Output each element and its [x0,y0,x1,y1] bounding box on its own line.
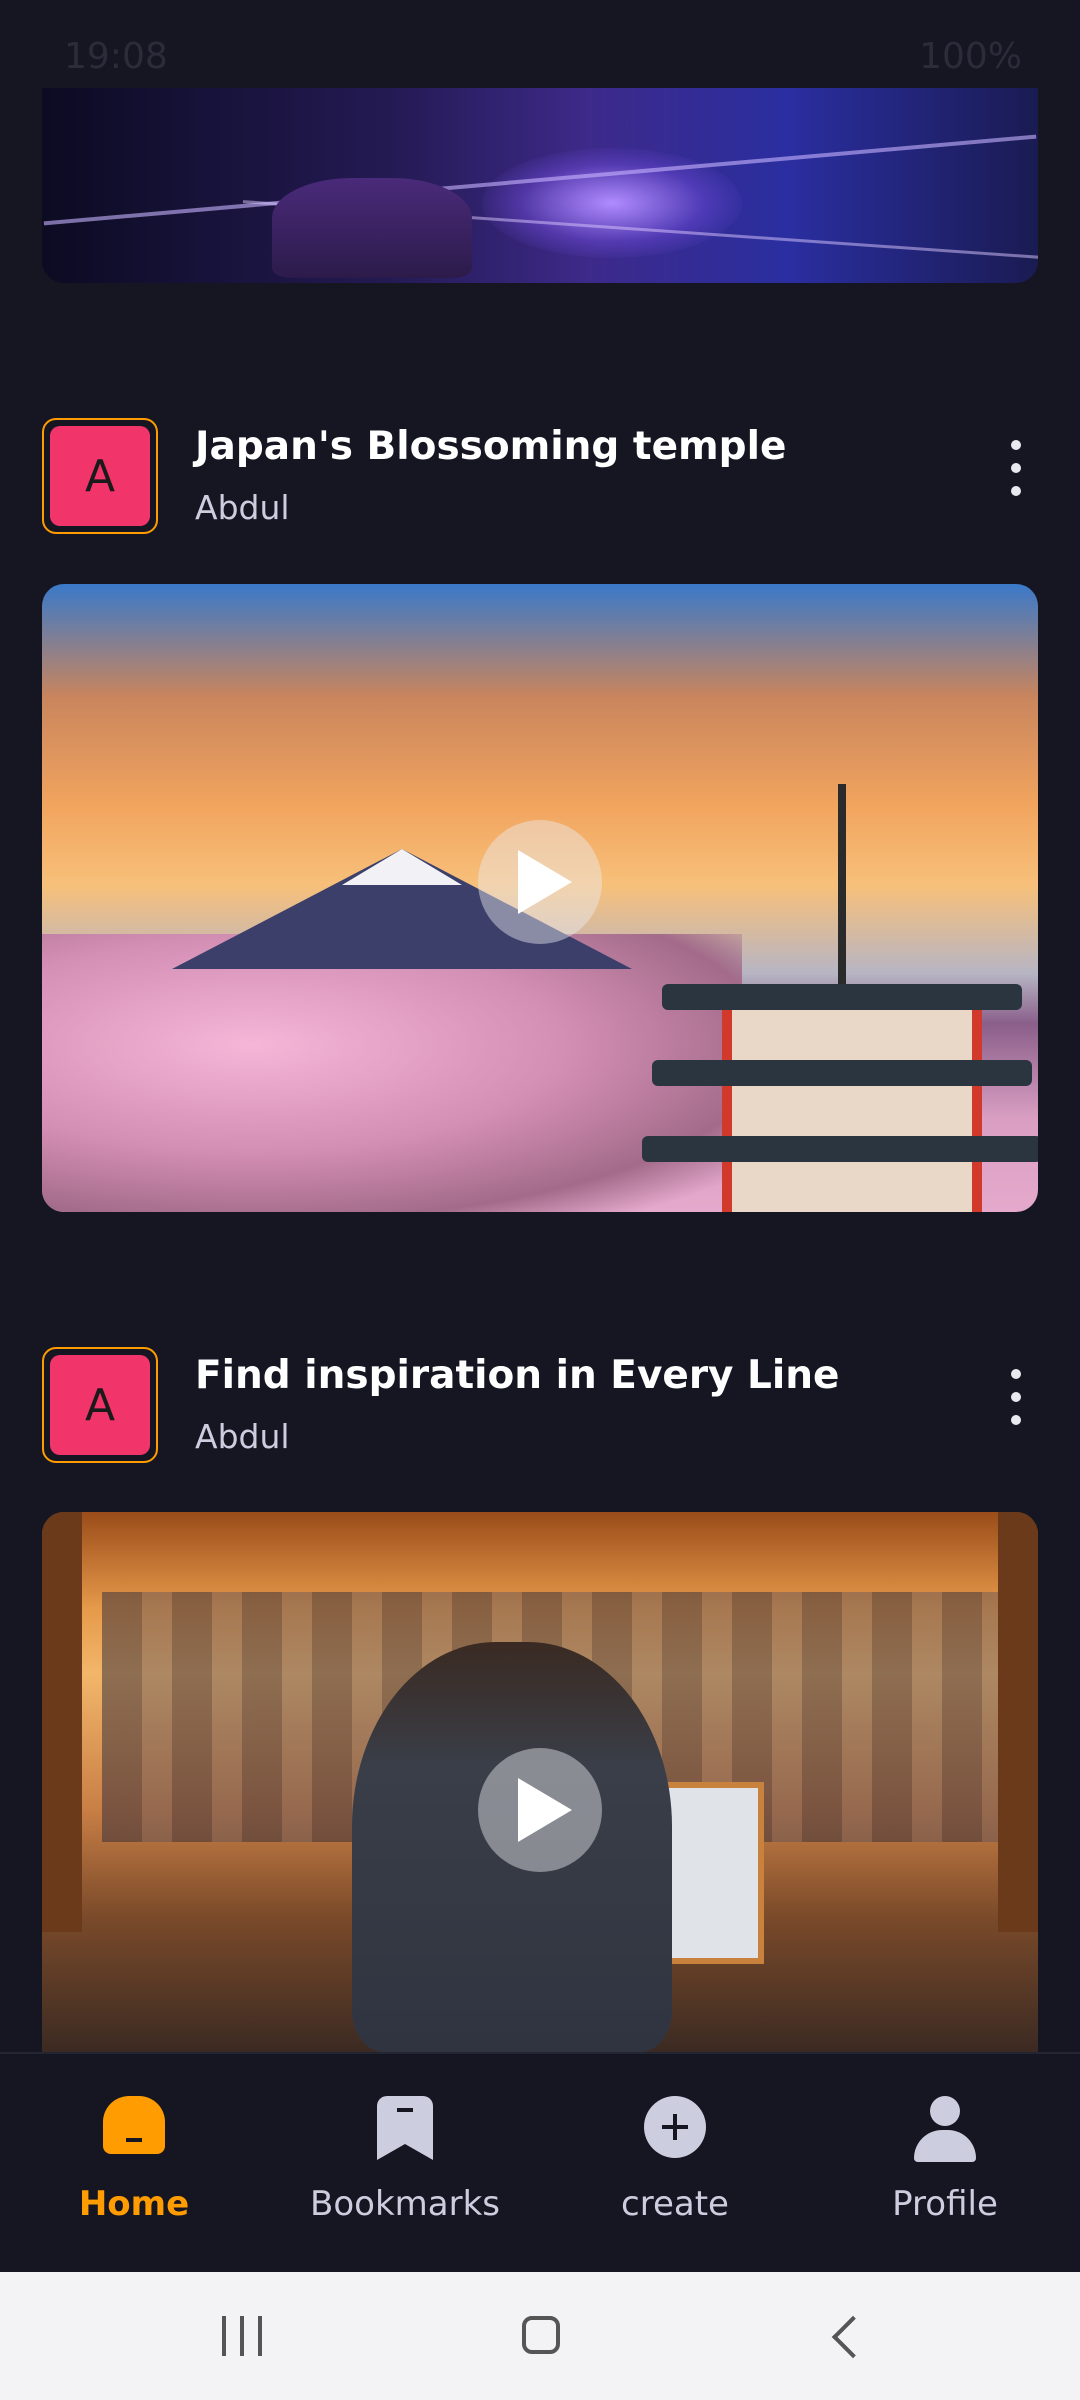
post-author: Abdul [195,1417,290,1456]
plus-circle-icon [640,2096,710,2166]
tab-label: Home [78,2184,190,2224]
video-thumbnail-previous[interactable] [42,88,1038,283]
post-header: A Japan's Blossoming temple Abdul [42,418,1038,540]
back-icon[interactable] [831,2315,875,2359]
tab-home[interactable]: Home [24,2054,244,2274]
post-author: Abdul [195,488,290,527]
post-title: Japan's Blossoming temple [195,424,787,469]
status-battery: 100% [919,36,1022,77]
play-icon[interactable] [478,820,602,944]
more-options-icon[interactable] [1004,440,1028,496]
video-thumbnail[interactable] [42,1512,1038,2052]
profile-icon [910,2096,980,2166]
system-nav-bar [0,2272,1080,2400]
avatar-letter: A [50,426,150,526]
bottom-tab-bar: Home Bookmarks create Profile [0,2052,1080,2274]
system-home-icon[interactable] [522,2316,560,2354]
video-thumbnail[interactable] [42,584,1038,1212]
tab-label: Profile [892,2184,998,2224]
recent-apps-icon[interactable] [222,2316,262,2356]
thumbnail-pagoda [642,784,1038,1212]
more-options-icon[interactable] [1004,1369,1028,1425]
tab-bookmarks[interactable]: Bookmarks [295,2054,515,2274]
avatar-letter: A [50,1355,150,1455]
thumbnail-snowcap [342,849,462,885]
thumbnail-blossom [42,934,742,1212]
thumbnail-figure [272,178,472,278]
home-icon [99,2096,169,2166]
tab-create[interactable]: create [565,2054,785,2274]
avatar[interactable]: A [42,1347,158,1463]
status-time: 19:08 [64,36,168,77]
tab-label: create [621,2184,729,2224]
post-title: Find inspiration in Every Line [195,1353,840,1398]
play-icon[interactable] [478,1748,602,1872]
tab-label: Bookmarks [310,2184,500,2224]
bookmark-icon [370,2096,440,2166]
post-header: A Find inspiration in Every Line Abdul [42,1347,1038,1469]
status-bar: 19:08 100% [0,0,1080,88]
tab-profile[interactable]: Profile [835,2054,1055,2274]
avatar[interactable]: A [42,418,158,534]
